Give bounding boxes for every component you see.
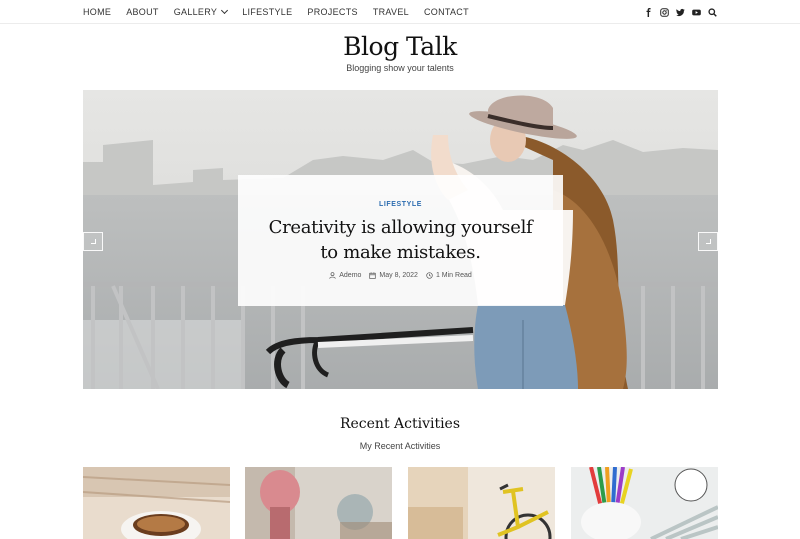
clock-icon bbox=[426, 272, 433, 279]
site-title[interactable]: Blog Talk bbox=[0, 32, 800, 61]
nav-gallery[interactable]: GALLERY bbox=[173, 6, 229, 17]
facebook-icon[interactable] bbox=[644, 7, 653, 17]
calendar-icon bbox=[369, 272, 377, 279]
section-title: Recent Activities bbox=[339, 416, 461, 432]
yellow-bicycle-photo bbox=[408, 467, 555, 539]
site-tagline: Blogging show your talents bbox=[346, 63, 454, 73]
recent-post-thumbnail[interactable] bbox=[571, 467, 718, 539]
chevron-down-icon bbox=[221, 6, 229, 15]
post-date[interactable]: May 8, 2022 bbox=[369, 272, 418, 279]
post-title[interactable]: Creativity is allowing yourself to make … bbox=[258, 215, 543, 265]
nav-projects-label: PROJECTS bbox=[307, 7, 358, 17]
post-read-time: 1 Min Read bbox=[426, 272, 472, 279]
youtube-icon[interactable] bbox=[692, 8, 701, 17]
chevron-right-icon bbox=[705, 239, 711, 244]
slider-prev-button[interactable] bbox=[83, 232, 103, 251]
post-category[interactable]: LIFESTYLE bbox=[238, 201, 563, 208]
social-links bbox=[637, 0, 717, 24]
recent-post-thumbnail[interactable] bbox=[408, 467, 555, 539]
featured-post-card: LIFESTYLE Creativity is allowing yoursel… bbox=[238, 175, 563, 306]
nav-travel-label: TRAVEL bbox=[372, 7, 409, 17]
post-author-name: Ademo bbox=[339, 272, 362, 279]
nav-projects[interactable]: PROJECTS bbox=[307, 7, 357, 17]
post-read-time-text: 1 Min Read bbox=[435, 272, 472, 279]
nav-about-label: ABOUT bbox=[126, 7, 159, 17]
post-author[interactable]: Ademo bbox=[329, 272, 361, 279]
instagram-icon[interactable] bbox=[660, 7, 669, 17]
section-subtitle: My Recent Activities bbox=[359, 441, 441, 451]
top-navigation-bar: HOME ABOUT GALLERY LIFESTYLE PROJECTS TR… bbox=[0, 0, 800, 24]
nav-about[interactable]: ABOUT bbox=[126, 7, 159, 17]
nav-lifestyle[interactable]: LIFESTYLE bbox=[242, 7, 292, 17]
pencil-cup-photo bbox=[571, 467, 718, 539]
nav-lifestyle-label: LIFESTYLE bbox=[242, 7, 293, 17]
chevron-left-icon bbox=[90, 239, 96, 244]
nav-contact[interactable]: CONTACT bbox=[424, 7, 469, 17]
main-menu: HOME ABOUT GALLERY LIFESTYLE PROJECTS TR… bbox=[83, 0, 484, 24]
search-icon[interactable] bbox=[708, 7, 717, 17]
blurred-figure-photo bbox=[245, 467, 392, 539]
nav-travel[interactable]: TRAVEL bbox=[373, 7, 409, 17]
recent-post-thumbnail[interactable] bbox=[83, 467, 230, 539]
nav-gallery-label: GALLERY bbox=[173, 7, 218, 17]
coffee-cup-photo bbox=[83, 467, 230, 539]
post-date-text: May 8, 2022 bbox=[379, 272, 418, 279]
recent-post-thumbnail[interactable] bbox=[245, 467, 392, 539]
nav-home-label: HOME bbox=[83, 7, 112, 17]
slider-next-button[interactable] bbox=[698, 232, 718, 251]
nav-home[interactable]: HOME bbox=[83, 7, 111, 17]
user-icon bbox=[329, 272, 336, 279]
post-meta: Ademo May 8, 2022 1 Min Read bbox=[238, 272, 563, 279]
twitter-icon[interactable] bbox=[676, 8, 685, 17]
nav-contact-label: CONTACT bbox=[423, 7, 469, 17]
